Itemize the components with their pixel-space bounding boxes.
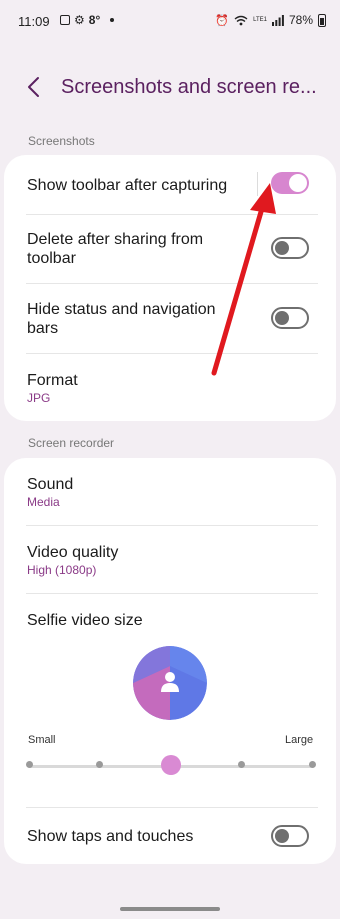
row-hide-status-bars[interactable]: Hide status and navigation bars (4, 284, 336, 352)
toggle-knob (289, 174, 307, 192)
selfie-preview (133, 646, 207, 720)
slider-thumb[interactable] (160, 755, 181, 775)
row-title: Video quality (27, 544, 119, 561)
row-title: Show taps and touches (27, 828, 194, 845)
gear-icon: ⚙ (74, 13, 85, 27)
page-title: Screenshots and screen re... (61, 76, 317, 98)
vertical-divider (257, 172, 258, 196)
delete-after-sharing-toggle[interactable] (271, 237, 309, 259)
status-time: 11:09 (18, 14, 50, 29)
notification-dot-icon (110, 18, 115, 22)
slider-max-label: Large (285, 734, 314, 746)
temperature-text: 8° (88, 13, 101, 27)
battery-icon (318, 13, 326, 27)
toggle-knob (275, 829, 289, 843)
selfie-video-size-title: Selfie video size (27, 612, 143, 629)
row-subtitle: JPG (27, 391, 51, 405)
battery-text: 78% (288, 13, 313, 27)
slider-stop[interactable] (237, 761, 245, 768)
show-toolbar-toggle[interactable] (271, 172, 309, 194)
show-taps-toggle[interactable] (271, 825, 309, 847)
screen-recorder-card: Sound Media Video quality High (1080p) S… (4, 458, 336, 864)
slider-stop[interactable] (25, 761, 33, 768)
row-title: Hide status and navigation bars (27, 301, 216, 337)
row-sound[interactable]: Sound Media (4, 458, 336, 525)
wifi-icon (234, 15, 248, 25)
header: Screenshots and screen re... (0, 62, 340, 112)
screenshots-card: Show toolbar after capturing Delete afte… (4, 155, 336, 421)
hide-status-bars-toggle[interactable] (271, 307, 309, 329)
slider-stop[interactable] (308, 761, 316, 768)
row-subtitle: Media (27, 495, 60, 509)
person-icon (161, 672, 179, 692)
section-label-screen-recorder: Screen recorder (28, 436, 115, 450)
row-video-quality[interactable]: Video quality High (1080p) (4, 526, 336, 593)
network-label: LTE1 (253, 17, 267, 23)
status-bar: 11:09 ⚙ 8° ⏰ LTE1 78% (0, 0, 340, 44)
row-subtitle: High (1080p) (27, 563, 97, 577)
row-title: Sound (27, 476, 74, 493)
row-show-toolbar[interactable]: Show toolbar after capturing (4, 155, 336, 214)
status-right-icons: ⏰ LTE1 78% (215, 13, 326, 27)
toggle-knob (275, 241, 289, 255)
back-arrow-icon[interactable] (22, 74, 48, 100)
row-title: Delete after sharing from toolbar (27, 231, 204, 267)
row-format[interactable]: Format JPG (4, 354, 336, 421)
section-label-screenshots: Screenshots (28, 134, 95, 148)
slider-min-label: Small (28, 734, 56, 746)
alarm-icon: ⏰ (215, 14, 230, 27)
signal-icon (271, 14, 284, 26)
picture-icon (60, 15, 70, 25)
home-indicator[interactable] (120, 907, 220, 911)
row-title: Show toolbar after capturing (27, 177, 228, 194)
row-title: Format (27, 372, 78, 389)
divider (26, 593, 318, 594)
row-show-taps[interactable]: Show taps and touches (4, 808, 336, 864)
toggle-knob (275, 311, 289, 325)
status-left-icons: ⚙ 8° (60, 13, 115, 27)
row-delete-after-sharing[interactable]: Delete after sharing from toolbar (4, 215, 336, 283)
